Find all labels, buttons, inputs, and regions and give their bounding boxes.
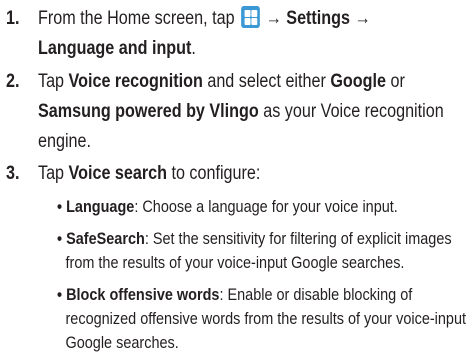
list-item: • Block offensive words: Enable or disab…: [57, 285, 467, 352]
instructions-document: 1. From the Home screen, tap → Settings …: [0, 0, 472, 363]
list-item: • Language: Choose a language for your v…: [57, 197, 398, 216]
step-number: 1.: [6, 8, 20, 29]
option-list: • Language: Choose a language for your v…: [57, 195, 467, 355]
step-text: Tap Voice search to configure:: [38, 163, 261, 184]
arrow-icon: →: [265, 8, 282, 29]
step-number: 2.: [6, 71, 20, 92]
list-item: • SafeSearch: Set the sensitivity for fi…: [57, 229, 452, 272]
apps-grid-icon: [240, 6, 260, 28]
step-text: Tap Voice recognition and select either …: [38, 71, 444, 152]
step-number: 3.: [6, 163, 20, 184]
step-text: From the Home screen, tap → Settings → L…: [38, 6, 371, 59]
arrow-icon: →: [354, 8, 371, 29]
